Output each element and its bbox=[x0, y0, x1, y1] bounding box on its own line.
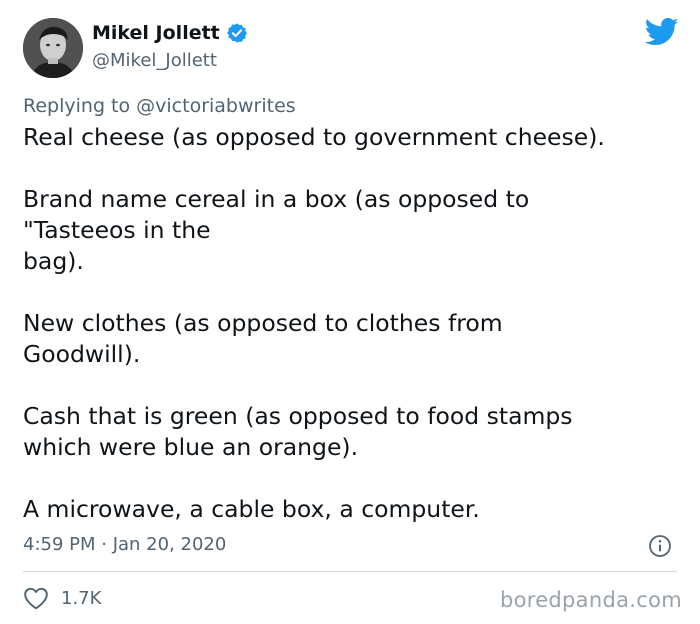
tweet-text: Real cheese (as opposed to government ch… bbox=[23, 122, 683, 525]
tweet-paragraph: A microwave, a cable box, a computer. bbox=[23, 495, 480, 523]
tweet-paragraph: Cash that is green (as opposed to food s… bbox=[23, 402, 573, 461]
author-handle[interactable]: @Mikel_Jollett bbox=[92, 50, 217, 71]
tweet-paragraph: Brand name cereal in a box (as opposed t… bbox=[23, 185, 530, 275]
heart-icon[interactable] bbox=[23, 586, 49, 610]
verified-badge-icon bbox=[226, 22, 248, 44]
reply-mention-link[interactable]: @victoriabwrites bbox=[136, 95, 296, 117]
tweet-paragraph: Real cheese (as opposed to government ch… bbox=[23, 123, 605, 151]
like-action[interactable]: 1.7K bbox=[23, 586, 101, 610]
display-name[interactable]: Mikel Jollett bbox=[92, 22, 220, 44]
author-name-row[interactable]: Mikel Jollett bbox=[92, 22, 248, 44]
replying-to-line: Replying to @victoriabwrites bbox=[23, 95, 296, 117]
twitter-bird-icon[interactable] bbox=[644, 17, 679, 47]
tweet-paragraph: New clothes (as opposed to clothes from … bbox=[23, 309, 503, 368]
like-count: 1.7K bbox=[61, 587, 102, 609]
reply-prefix: Replying to bbox=[23, 95, 137, 117]
divider bbox=[23, 571, 677, 572]
tweet-card: Mikel Jollett @Mikel_Jollett Replying to… bbox=[0, 0, 700, 624]
tweet-timestamp[interactable]: 4:59 PM · Jan 20, 2020 bbox=[23, 534, 226, 555]
info-icon[interactable] bbox=[648, 534, 672, 558]
avatar[interactable] bbox=[23, 18, 83, 78]
watermark: boredpanda.com bbox=[499, 588, 682, 612]
